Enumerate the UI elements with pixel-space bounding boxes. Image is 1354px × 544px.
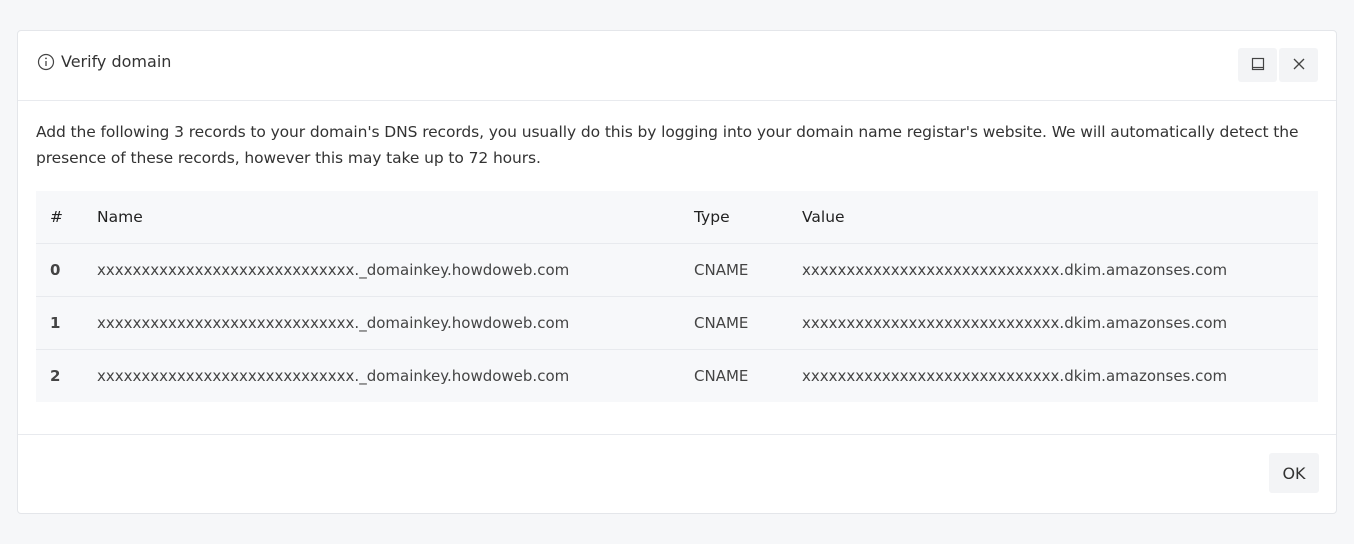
maximize-icon [1251, 57, 1265, 74]
dialog-footer: OK [18, 434, 1336, 513]
col-header-value: Value [802, 191, 1318, 244]
table-row: 1 xxxxxxxxxxxxxxxxxxxxxxxxxxxxx._domaink… [36, 296, 1318, 350]
ok-button[interactable]: OK [1269, 453, 1319, 493]
row-value: xxxxxxxxxxxxxxxxxxxxxxxxxxxxx.dkim.amazo… [802, 296, 1318, 350]
dialog-body: Add the following 3 records to your doma… [18, 101, 1336, 402]
verify-domain-dialog: Verify domain Add the following 3 record… [17, 30, 1337, 514]
row-num: 1 [36, 296, 97, 350]
row-name: xxxxxxxxxxxxxxxxxxxxxxxxxxxxx._domainkey… [97, 366, 570, 385]
info-icon [37, 53, 55, 71]
table-row: 2 xxxxxxxxxxxxxxxxxxxxxxxxxxxxx._domaink… [36, 349, 1318, 402]
row-num: 0 [36, 243, 97, 297]
dialog-description: Add the following 3 records to your doma… [36, 123, 1299, 167]
row-num: 2 [50, 366, 61, 385]
row-type: CNAME [694, 366, 749, 385]
row-name: xxxxxxxxxxxxxxxxxxxxxxxxxxxxx._domainkey… [97, 243, 694, 297]
row-value: xxxxxxxxxxxxxxxxxxxxxxxxxxxxx.dkim.amazo… [802, 243, 1318, 297]
row-value: xxxxxxxxxxxxxxxxxxxxxxxxxxxxx.dkim.amazo… [802, 366, 1228, 385]
row-type: CNAME [694, 296, 802, 350]
close-button[interactable] [1279, 48, 1318, 82]
col-header-type: Type [694, 191, 802, 244]
row-type: CNAME [694, 243, 802, 297]
dialog-header: Verify domain [18, 31, 1336, 101]
dialog-title-text: Verify domain [61, 52, 172, 71]
col-header-name: Name [97, 191, 694, 244]
close-icon [1292, 57, 1306, 74]
dialog-title: Verify domain [37, 52, 171, 71]
row-name: xxxxxxxxxxxxxxxxxxxxxxxxxxxxx._domainkey… [97, 296, 694, 350]
maximize-button[interactable] [1238, 48, 1277, 82]
dns-records-table: # Name Type Value 0 xxxxxxxxxxxxxxxxxxxx… [36, 191, 1318, 402]
table-row: 0 xxxxxxxxxxxxxxxxxxxxxxxxxxxxx._domaink… [36, 243, 1318, 297]
col-header-num: # [36, 191, 97, 244]
table-header-row: # Name Type Value [36, 191, 1318, 244]
